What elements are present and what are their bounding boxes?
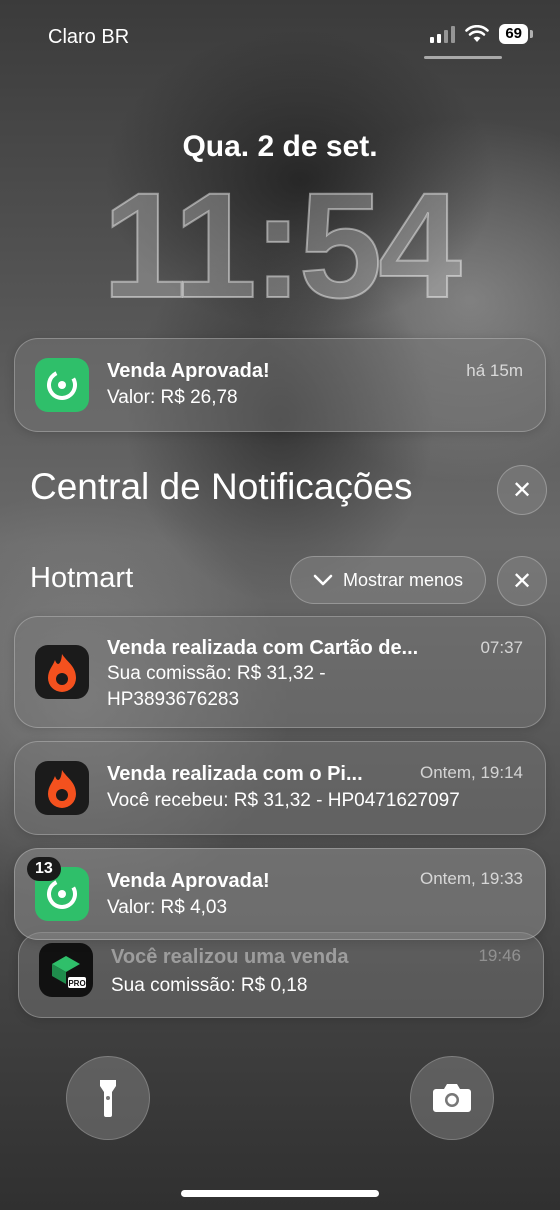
camera-button[interactable] (410, 1056, 494, 1140)
notification-title: Venda Aprovada! (107, 870, 270, 892)
notification-body: Você recebeu: R$ 31,32 - HP0471627097 (107, 790, 460, 811)
notification-hotmart-2[interactable]: Venda realizada com o Pi... Você recebeu… (14, 741, 546, 835)
flashlight-icon (100, 1080, 116, 1117)
hotmart-app-icon (35, 645, 89, 699)
notification-title: Venda Aprovada! (107, 360, 270, 382)
clear-notification-center-button[interactable]: ✕ (497, 465, 547, 515)
status-underline (424, 56, 502, 59)
notification-body: Sua comissão: R$ 0,18 (111, 975, 308, 996)
notification-body-line2: HP3893676283 (107, 689, 240, 710)
notification-body: Sua comissão: R$ 31,32 - (107, 663, 326, 684)
flashlight-button[interactable] (66, 1056, 150, 1140)
notification-hotmart-1[interactable]: Venda realizada com Cartão de... Sua com… (14, 616, 546, 728)
clear-group-button[interactable]: ✕ (497, 556, 547, 606)
pro-app-icon: PRO (39, 943, 93, 997)
lock-date: Qua. 2 de set. (182, 130, 378, 163)
notification-title: Venda realizada com Cartão de... (107, 637, 419, 659)
notification-venda-aprovada[interactable]: Venda Aprovada! Valor: R$ 26,78 há 15m (14, 338, 546, 432)
close-icon: ✕ (511, 567, 533, 595)
carrier-name: Claro BR (48, 26, 130, 48)
cellular-signal-icon (430, 25, 456, 43)
notification-title: Você realizou uma venda (111, 946, 349, 968)
notification-time: Ontem, 19:14 (419, 763, 523, 782)
status-icons: 69 (430, 24, 533, 44)
chevron-down-icon (313, 574, 333, 586)
lock-clock: 11:54 (101, 161, 462, 329)
notification-time: 19:46 (478, 946, 521, 965)
show-less-button[interactable]: Mostrar menos (290, 556, 486, 604)
notification-time: 07:37 (480, 638, 523, 657)
notification-time: Ontem, 19:33 (419, 869, 523, 888)
sales-app-icon: 13 (27, 857, 89, 921)
close-icon: ✕ (511, 476, 533, 504)
notification-center-title: Central de Notificações (30, 466, 413, 507)
show-less-label: Mostrar menos (342, 569, 464, 590)
notification-body: Valor: R$ 4,03 (107, 897, 228, 918)
camera-icon (433, 1084, 471, 1112)
hotmart-app-icon (35, 761, 89, 815)
sales-app-icon (35, 358, 89, 412)
notification-time: há 15m (466, 361, 523, 380)
stack-count-badge: 13 (27, 857, 61, 881)
notification-stack-back[interactable]: PRO Você realizou uma venda Sua comissão… (18, 932, 544, 1018)
notification-body: Valor: R$ 26,78 (107, 387, 238, 408)
pro-badge-label: PRO (68, 979, 85, 988)
wifi-icon (465, 25, 490, 42)
notification-stack-front[interactable]: 13 Venda Aprovada! Valor: R$ 4,03 Ontem,… (14, 848, 546, 940)
group-app-name: Hotmart (30, 562, 134, 594)
notification-title: Venda realizada com o Pi... (107, 763, 363, 785)
battery-level: 69 (499, 24, 533, 44)
home-indicator[interactable] (181, 1190, 379, 1197)
